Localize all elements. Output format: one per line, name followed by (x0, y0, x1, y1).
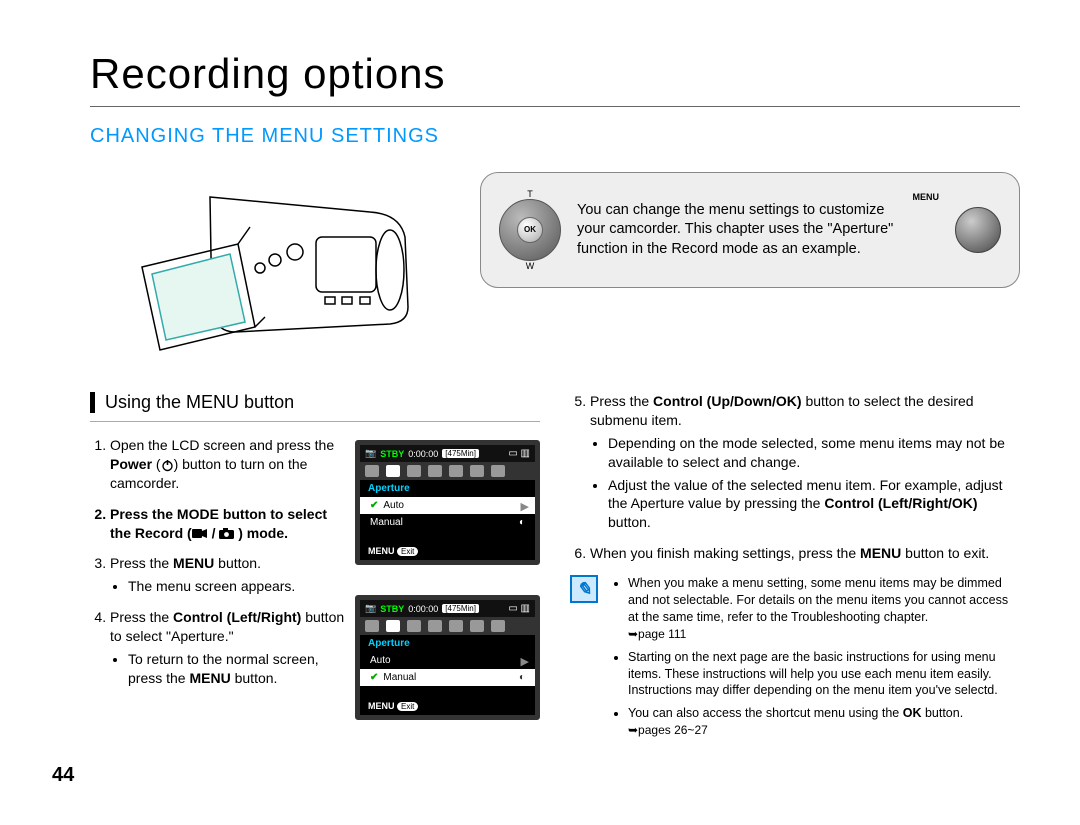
menu-exit-hint: MENU Exit (368, 546, 418, 556)
info-callout-box: T W OK You can change the menu settings … (480, 172, 1020, 288)
menu-tab-strip (360, 462, 535, 480)
step-2: Press the MODE button to select the Reco… (110, 505, 345, 543)
subsection-rule (90, 421, 540, 422)
aperture-heading: Aperture (360, 635, 535, 652)
menu-item-manual-selected: ✔Manual◐ (360, 669, 535, 686)
note-1: When you make a menu setting, some menu … (628, 575, 1020, 643)
note-3: You can also access the shortcut menu us… (628, 705, 1020, 739)
page-number: 44 (52, 764, 74, 787)
menu-exit-hint: MENU Exit (368, 701, 418, 711)
power-icon (161, 459, 174, 472)
step-3: Press the MENU button. The menu screen a… (110, 554, 345, 596)
stby-indicator: STBY (380, 449, 404, 459)
zoom-tele-label: T (527, 188, 533, 200)
step-1: Open the LCD screen and press the Power … (110, 436, 345, 493)
page-ref-26-27: ➥pages 26~27 (628, 723, 708, 737)
menu-item-auto: Auto (360, 652, 535, 669)
battery-icon: ▭ ▥ (508, 603, 530, 614)
battery-icon: ▭ ▥ (508, 448, 530, 459)
video-mode-icon (192, 528, 208, 539)
page-ref-111: ➥page 111 (628, 627, 686, 641)
menu-dial-icon (955, 207, 1001, 253)
lcd-screenshot-2: 📷 STBY 0:00:00 [475Min] ▭ ▥ Aperture Aut… (355, 595, 540, 720)
note-2: Starting on the next page are the basic … (628, 649, 1020, 700)
step-5-sub2: Adjust the value of the selected menu it… (608, 476, 1020, 533)
section-title: CHANGING THE MENU SETTINGS (90, 125, 1020, 148)
step-4-sub: To return to the normal screen, press th… (128, 650, 345, 688)
right-arrow-icon: ▶ (521, 655, 529, 668)
zoom-wide-label: W (526, 260, 535, 272)
step-5: Press the Control (Up/Down/OK) button to… (590, 392, 1020, 532)
title-rule (90, 106, 1020, 107)
chapter-title: Recording options (90, 50, 1020, 98)
menu-tab-strip (360, 617, 535, 635)
camcorder-illustration (90, 172, 420, 352)
right-arrow-icon: ▶ (521, 500, 529, 513)
aperture-heading: Aperture (360, 480, 535, 497)
step-4: Press the Control (Left/Right) button to… (110, 608, 345, 688)
photo-mode-icon (219, 528, 234, 539)
step-5-sub1: Depending on the mode selected, some men… (608, 434, 1020, 472)
menu-item-auto: ✔Auto (360, 497, 535, 514)
step-6: When you finish making settings, press t… (590, 544, 1020, 563)
stby-indicator: STBY (380, 604, 404, 614)
control-dial-icon: T W OK (499, 199, 561, 261)
subsection-title: Using the MENU button (90, 392, 540, 413)
lcd-screenshot-1: 📷 STBY 0:00:00 [475Min] ▭ ▥ Aperture ✔Au… (355, 440, 540, 565)
menu-label: MENU (913, 191, 940, 203)
note-icon: ✎ (570, 575, 598, 603)
info-text: You can change the menu settings to cust… (577, 201, 903, 260)
menu-item-manual: Manual◐ (360, 514, 535, 531)
step-3-sub: The menu screen appears. (128, 577, 345, 596)
